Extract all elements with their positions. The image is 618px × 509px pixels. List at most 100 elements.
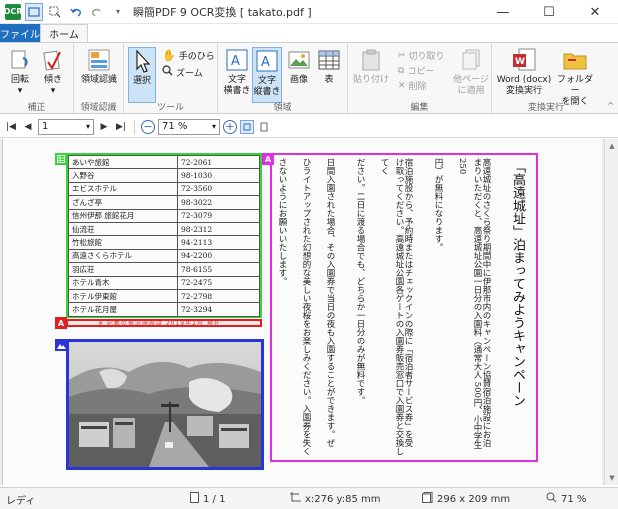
table-row: ホテル花月屋 72-3294 [68, 302, 260, 317]
zoom-in-icon[interactable]: + [223, 119, 237, 134]
text-vertical-icon: A [254, 48, 280, 74]
zoom-out-icon[interactable]: − [141, 119, 155, 134]
hotel-name-cell: 仙流荘 [68, 221, 178, 237]
text-column: ださい。二日に渡る場合でも、どちらか一日分のみが無料です。 [355, 158, 365, 405]
select-button[interactable]: 選択 [128, 47, 156, 103]
hotel-tel-cell: 98-3022 [177, 195, 260, 210]
group-label-correction: 補正 [27, 103, 46, 113]
hotel-tel-cell: 94-2113 [177, 235, 260, 250]
zoom-level-select[interactable]: 71 % ▾ [158, 118, 220, 135]
text-column: 円）が無料になります。 [433, 158, 443, 252]
cut-button[interactable]: ✂ 切り取り [398, 49, 445, 63]
region-recog-button[interactable]: 領域認識 [78, 47, 120, 86]
group-region: A 文字 横書き A 文字 縦書き 画像 表 領域 [218, 43, 348, 115]
maximize-button[interactable]: ☐ [526, 0, 572, 24]
collapse-ribbon-icon[interactable]: ^ [607, 101, 614, 110]
scroll-up-icon[interactable]: ▲ [605, 139, 618, 153]
hotel-tel-cell: 94-2200 [177, 248, 260, 264]
minimize-button[interactable]: — [480, 0, 526, 24]
group-label-region: 領域 [273, 103, 292, 113]
table-row: エビスホテル 72-3560 [68, 181, 260, 197]
hotel-name-cell: ホテル花月屋 [68, 302, 178, 317]
customize-qa-icon[interactable]: ▾ [109, 3, 127, 21]
scroll-down-icon[interactable]: ▼ [605, 471, 618, 485]
hotel-tel-cell: 72-3079 [177, 208, 260, 223]
table-row: 竹松旅館 94-2113 [68, 235, 260, 250]
tab-home[interactable]: ホーム [40, 24, 88, 42]
hotel-name-cell: ホテル伊東館 [68, 288, 178, 304]
table-row: 羽広荘 78-6155 [68, 262, 260, 277]
hand-icon: ✋ [162, 49, 176, 62]
group-convert: W Word (docx) 変換実行 フォルダー を開く 変換実行 [492, 43, 600, 115]
select-region-icon[interactable] [46, 3, 64, 21]
hotel-name-cell: 高遠さくらホテル [68, 248, 178, 264]
text-column: さないようにお願いいたします。 [277, 158, 287, 286]
word-doc-icon: W [511, 47, 537, 73]
table-region-tag[interactable] [55, 153, 67, 165]
vertical-text-tag[interactable]: A [262, 153, 274, 165]
undo-icon[interactable] [67, 3, 85, 21]
cursor-arrow-icon [129, 48, 155, 74]
rotate-icon [7, 47, 33, 73]
apply-other-pages-button[interactable]: 他ページ に適用 [452, 47, 490, 97]
text-region-red[interactable]: ※ 記載の宿泊施設は 2019年2月 現在 [66, 319, 262, 327]
hotel-name-cell: 入野谷 [68, 168, 178, 183]
table-row: ざんざ亭 98-3022 [68, 195, 260, 210]
table-button[interactable]: 表 [316, 47, 342, 86]
open-folder-button[interactable]: フォルダー を開く [554, 47, 596, 108]
photo-region[interactable] [66, 339, 264, 470]
hotel-name-cell: 信州伊那 旅館花月 [68, 208, 178, 223]
image-icon [286, 47, 312, 73]
redo-icon[interactable] [88, 3, 106, 21]
image-button[interactable]: 画像 [286, 47, 312, 86]
close-button[interactable]: ✕ [572, 0, 618, 24]
table-row: 仙流荘 98-2312 [68, 221, 260, 237]
text-column: け取ってください。高遠城址公園各ゲートの入園券販売窓口で入園券と交換してく [379, 158, 404, 456]
hotel-tel-cell: 72-2061 [177, 154, 260, 170]
svg-text:A: A [231, 54, 240, 69]
status-zoom: 71 % [546, 492, 586, 506]
text-horizontal-button[interactable]: A 文字 横書き [222, 47, 252, 97]
region-recog-icon [86, 47, 112, 73]
hotel-tel-cell: 98-1030 [177, 168, 260, 183]
chevron-down-icon: ▾ [211, 122, 216, 131]
hotel-name-cell: エビスホテル [68, 181, 178, 197]
window-title: 瞬簡PDF 9 OCR変換 [ takato.pdf ] [133, 5, 312, 19]
text-horizontal-icon: A [224, 47, 250, 73]
table-row: 入野谷 98-1030 [68, 168, 260, 183]
paste-button[interactable]: 貼り付け [352, 47, 390, 86]
hotel-name-cell: あいや旅館 [68, 154, 178, 170]
copy-button[interactable]: ⧉ コピー [398, 64, 434, 78]
menu-tabs: ファイル ホーム [0, 24, 618, 42]
next-page-icon[interactable]: ▶ [97, 120, 111, 134]
word-convert-button[interactable]: W Word (docx) 変換実行 [496, 47, 552, 97]
vertical-scrollbar[interactable]: ▲ ▼ [604, 139, 618, 485]
tab-file[interactable]: ファイル [0, 24, 40, 42]
page-toolbar: |◀ ◀ 1 ▾ ▶ ▶| − 71 % ▾ + [0, 116, 618, 138]
tilt-button[interactable]: 傾き ▾ [38, 47, 68, 97]
first-page-icon[interactable]: |◀ [4, 120, 18, 134]
magnifier-icon [162, 65, 173, 79]
fit-width-icon[interactable] [257, 120, 271, 134]
text-vertical-button[interactable]: A 文字 縦書き [252, 47, 282, 103]
prev-page-icon[interactable]: ◀ [21, 120, 35, 134]
app-icon[interactable]: OCR [4, 3, 22, 21]
last-page-icon[interactable]: ▶| [114, 120, 128, 134]
zoom-button[interactable]: ズーム [162, 65, 203, 79]
group-label-convert: 変換実行 [527, 103, 564, 113]
delete-button[interactable]: ✕ 削除 [398, 79, 427, 93]
table-icon [316, 47, 342, 73]
page-number-select[interactable]: 1 ▾ [38, 118, 94, 135]
hand-button[interactable]: ✋ 手のひら [162, 49, 215, 62]
status-bar: レディ 1 / 1 x:276 y:85 mm 296 x 209 mm 71 … [0, 487, 618, 509]
window-mode-icon[interactable] [25, 2, 43, 21]
status-coords: x:276 y:85 mm [290, 492, 381, 506]
fit-page-icon[interactable] [240, 119, 254, 134]
image-icon [56, 344, 66, 349]
table-row: 高遠さくらホテル 94-2200 [68, 248, 260, 264]
status-ready: レディ [6, 496, 36, 507]
scissors-icon: ✂ [398, 50, 406, 61]
magnifier-icon [546, 492, 557, 506]
rotate-button[interactable]: 回転 ▾ [6, 47, 34, 97]
page-size-icon [422, 492, 433, 506]
